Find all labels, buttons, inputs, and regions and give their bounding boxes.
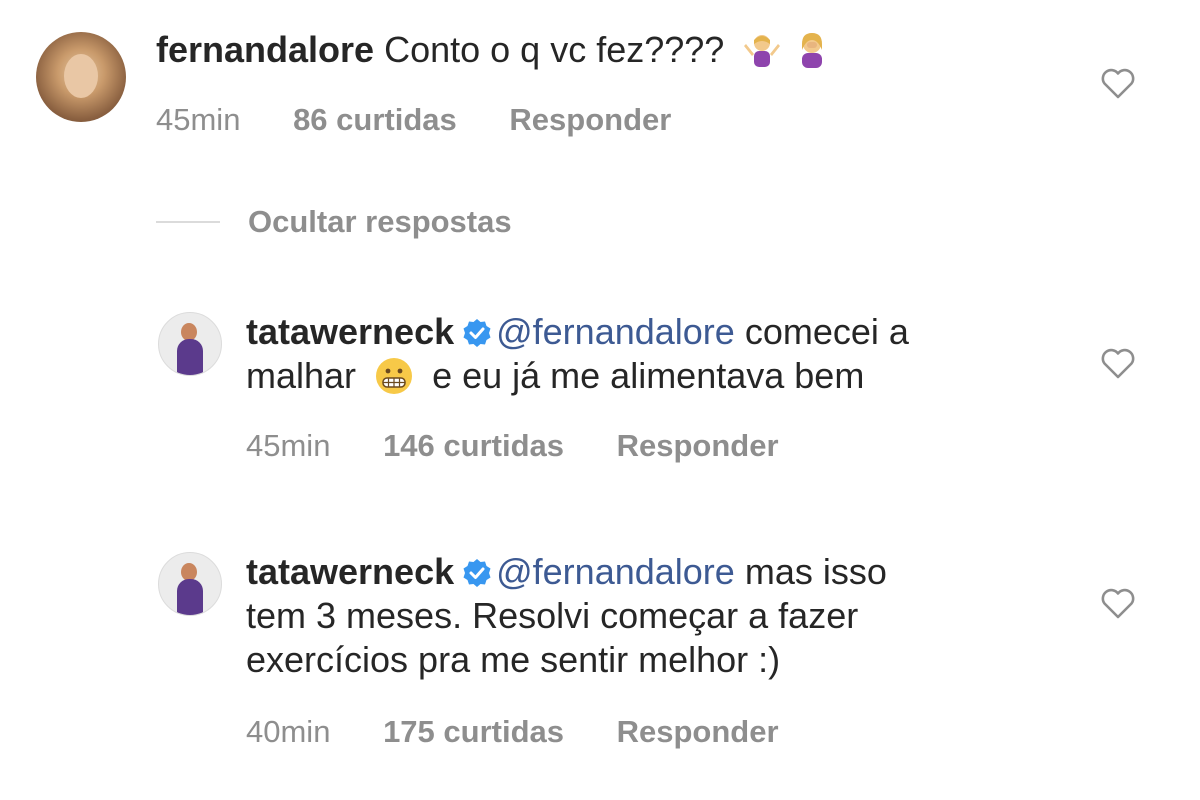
- reply-text: tatawerneck @fernandalore mas isso tem 3…: [246, 550, 1066, 682]
- reply-button[interactable]: Responder: [617, 428, 779, 463]
- reply-meta: 45min 146 curtidas Responder: [246, 428, 823, 464]
- reply-body-a: comecei a: [744, 311, 909, 352]
- verified-badge-icon: [463, 319, 491, 347]
- reply-body-a: mas isso: [744, 551, 887, 592]
- reply-body-b: tem 3 meses. Resolvi começar a fazer: [246, 595, 859, 636]
- reply-body-b: malhar: [246, 355, 357, 396]
- reply-username[interactable]: tatawerneck: [246, 311, 454, 352]
- avatar[interactable]: [158, 552, 222, 616]
- reply-text: tatawerneck @fernandalore comecei a malh…: [246, 310, 1066, 398]
- reply-likes[interactable]: 175 curtidas: [383, 714, 564, 749]
- reply-button[interactable]: Responder: [509, 102, 671, 137]
- comment-text: fernandalore Conto o q vc fez????: [156, 28, 1056, 72]
- reply-button[interactable]: Responder: [617, 714, 779, 749]
- comment-username[interactable]: fernandalore: [156, 29, 374, 70]
- reply-body-c: e eu já me alimentava bem: [432, 355, 865, 396]
- divider-line: [156, 221, 220, 223]
- comment-body: Conto o q vc fez????: [384, 29, 725, 70]
- person-facepalming-emoji: [802, 33, 823, 68]
- reply-time: 40min: [246, 714, 331, 749]
- heart-outline-icon[interactable]: [1100, 66, 1136, 100]
- comment-time: 45min: [156, 102, 241, 137]
- hide-replies-button[interactable]: Ocultar respostas: [156, 204, 512, 240]
- hide-replies-label: Ocultar respostas: [248, 204, 512, 239]
- verified-badge-icon: [463, 559, 491, 587]
- mention-link[interactable]: @fernandalore: [496, 311, 735, 352]
- mention-link[interactable]: @fernandalore: [496, 551, 735, 592]
- reply-likes[interactable]: 146 curtidas: [383, 428, 564, 463]
- reply-username[interactable]: tatawerneck: [246, 551, 454, 592]
- reply-time: 45min: [246, 428, 331, 463]
- comment-meta: 45min 86 curtidas Responder: [156, 102, 715, 138]
- avatar[interactable]: [36, 32, 126, 122]
- grimacing-face-emoji: [376, 358, 413, 394]
- heart-outline-icon[interactable]: [1100, 346, 1136, 380]
- comment-likes[interactable]: 86 curtidas: [293, 102, 457, 137]
- reply-meta: 40min 175 curtidas Responder: [246, 714, 823, 750]
- person-shrugging-emoji: [744, 35, 781, 67]
- reply-body-c: exercícios pra me sentir melhor :): [246, 639, 781, 680]
- heart-outline-icon[interactable]: [1100, 586, 1136, 620]
- avatar[interactable]: [158, 312, 222, 376]
